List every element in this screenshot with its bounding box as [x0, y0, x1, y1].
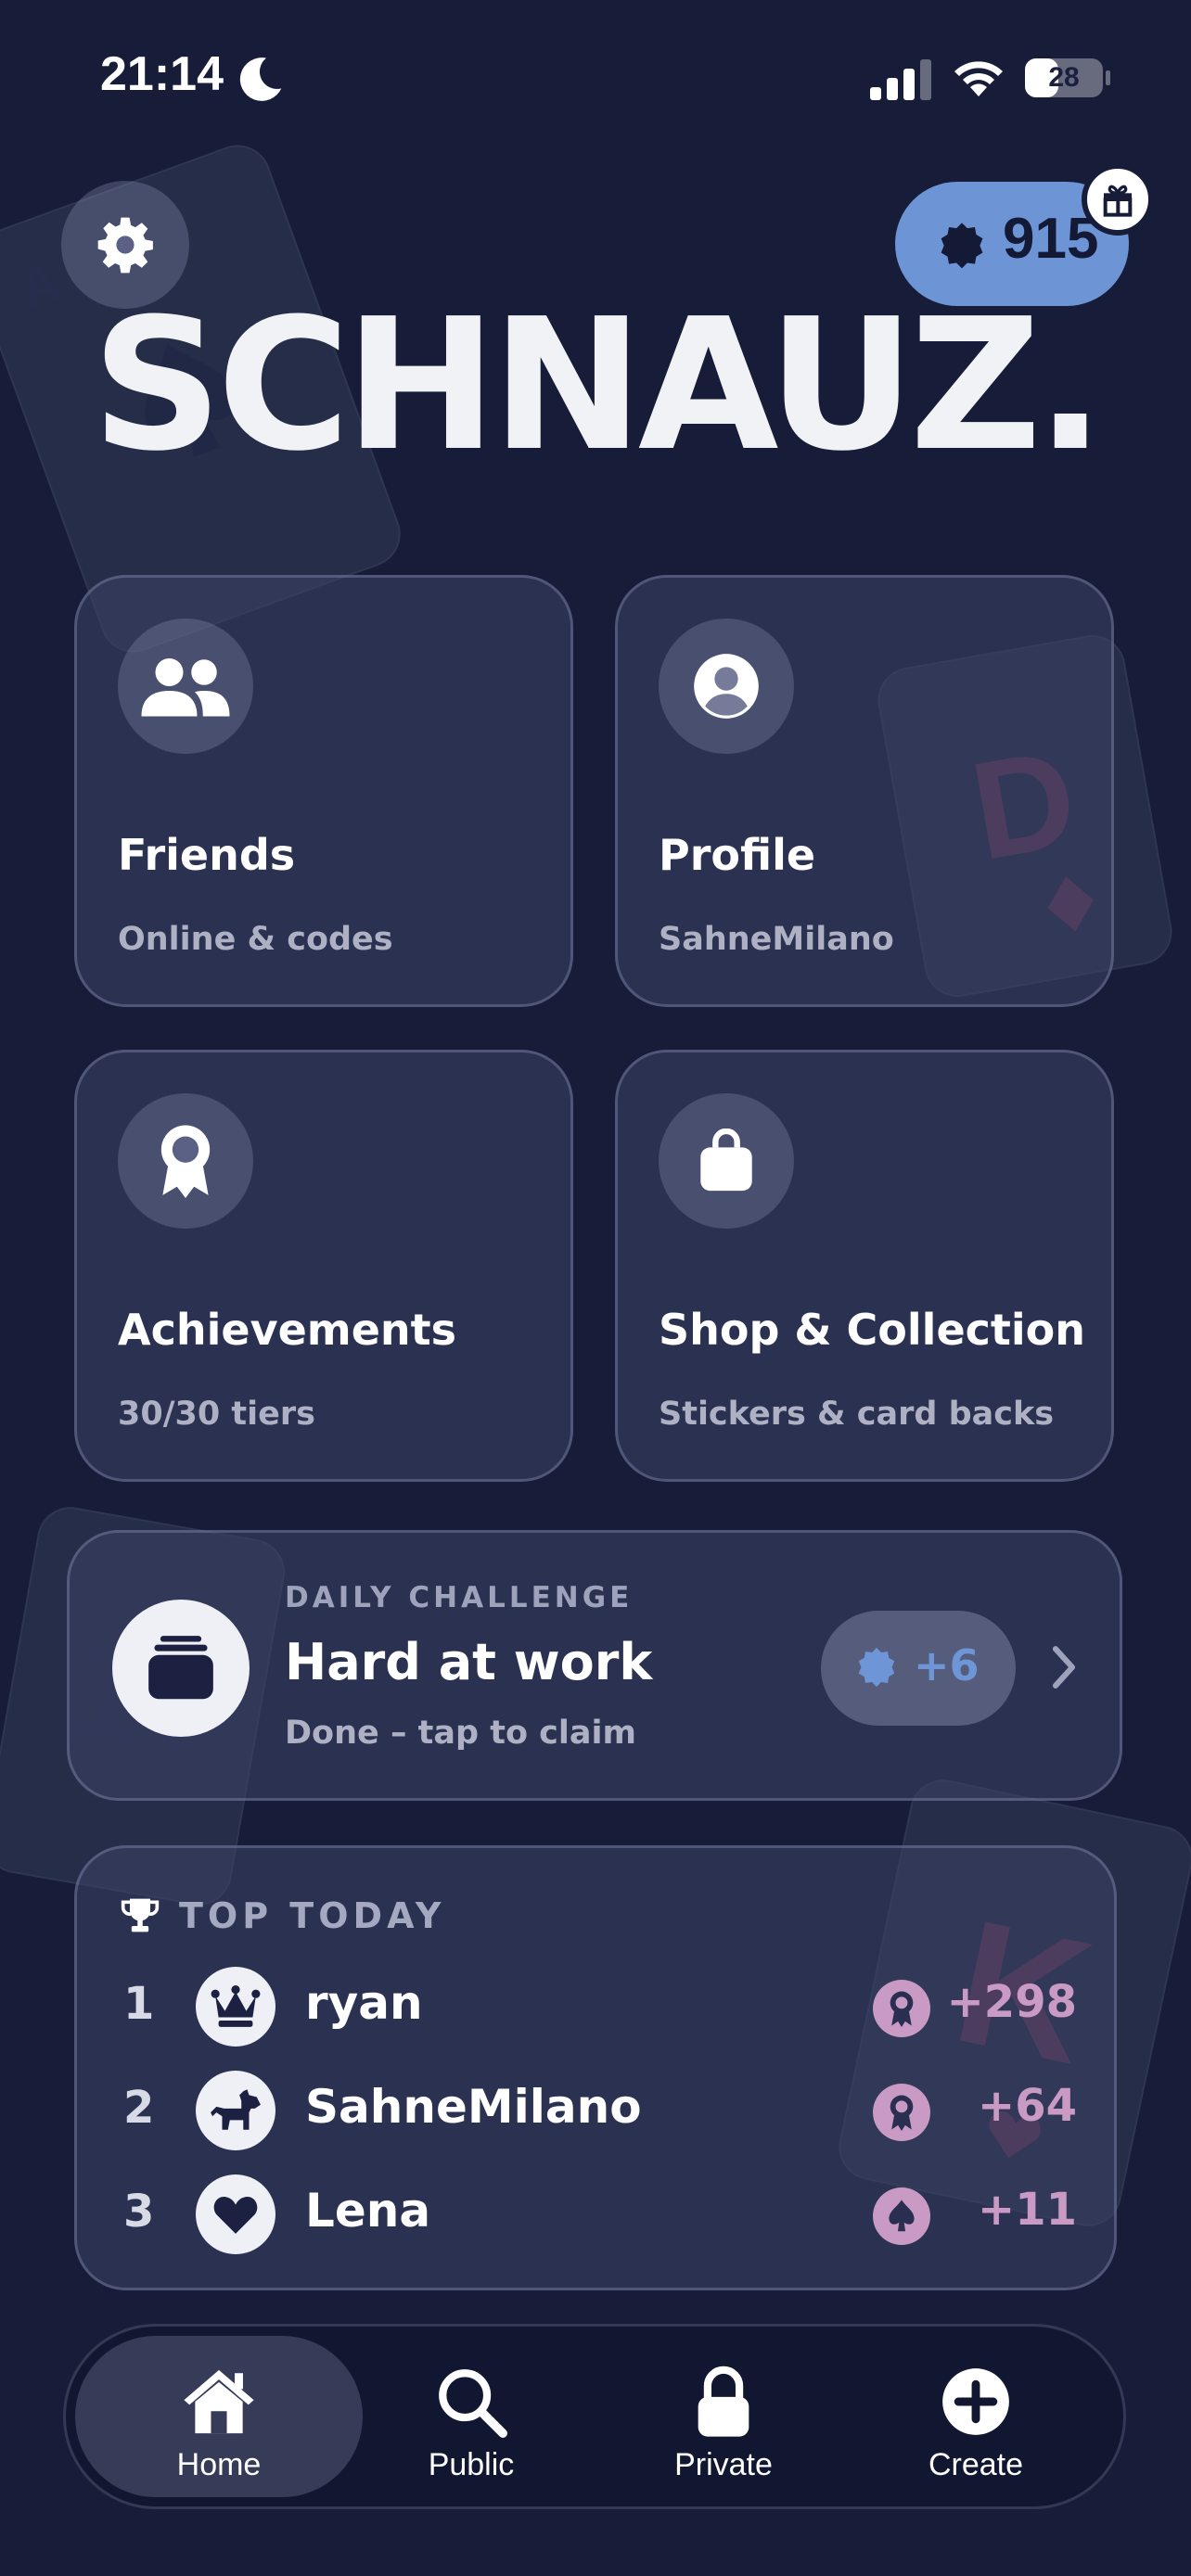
- tab-public[interactable]: Public: [327, 2336, 615, 2497]
- gift-button[interactable]: [1082, 163, 1154, 236]
- battery-level-text: 28: [1048, 62, 1080, 93]
- tile-title: Achievements: [118, 1305, 457, 1355]
- leaderboard-points: +64: [977, 2080, 1077, 2132]
- award-icon: [890, 1991, 914, 2027]
- card-stack-icon: [148, 1636, 213, 1700]
- search-icon: [439, 2369, 507, 2438]
- status-bar: 21:14 28: [0, 0, 1191, 148]
- coin-icon: [858, 1648, 895, 1687]
- tab-label: Private: [674, 2447, 773, 2482]
- tile-title: Friends: [118, 830, 296, 880]
- daily-challenge-status: Done – tap to claim: [285, 1715, 637, 1752]
- tile-subtitle: Online & codes: [118, 921, 393, 958]
- spade-icon: [889, 2200, 915, 2232]
- tile-icon-wrapper: [659, 1093, 794, 1229]
- avatar: [196, 1967, 275, 2047]
- gift-icon: [1103, 185, 1133, 217]
- leaderboard-player-name: Lena: [305, 2184, 431, 2238]
- wifi-icon: [954, 61, 1003, 96]
- achievements-tile[interactable]: Achievements 30/30 tiers: [74, 1050, 573, 1482]
- profile-tile[interactable]: Profile SahneMilano: [615, 575, 1114, 1007]
- tile-title: Profile: [659, 830, 816, 880]
- plus-circle-icon: [942, 2368, 1009, 2435]
- cellular-signal-icon: [870, 59, 931, 100]
- shop-collection-tile[interactable]: Shop & Collection Stickers & card backs: [615, 1050, 1114, 1482]
- coin-count: 915: [1003, 207, 1099, 271]
- daily-challenge-title: Hard at work: [285, 1633, 653, 1691]
- daily-challenge-kicker: DAILY CHALLENGE: [285, 1581, 634, 1614]
- tile-icon-wrapper: [118, 618, 253, 754]
- moon-icon: [239, 57, 282, 101]
- leaderboard-points: +298: [946, 1976, 1077, 2028]
- tab-label: Public: [428, 2447, 515, 2482]
- tab-create[interactable]: Create: [832, 2336, 1120, 2497]
- tile-title: Shop & Collection: [659, 1305, 1086, 1355]
- tile-icon-wrapper: [659, 618, 794, 754]
- leaderboard-player-name: SahneMilano: [305, 2080, 642, 2134]
- bottom-tab-bar: Home Public Private Create: [63, 2324, 1126, 2509]
- tile-subtitle: SahneMilano: [659, 921, 894, 958]
- leaderboard-row[interactable]: 1 ryan +298: [77, 1959, 1120, 2052]
- shopping-bag-icon: [700, 1129, 752, 1192]
- chevron-right-icon: [1052, 1646, 1076, 1689]
- award-badge: [873, 2084, 930, 2141]
- tab-label: Home: [176, 2447, 262, 2482]
- tab-home[interactable]: Home: [75, 2336, 363, 2497]
- leaderboard-row[interactable]: 2 SahneMilano +64: [77, 2063, 1120, 2156]
- crown-icon: [211, 1985, 261, 2027]
- daily-challenge-card[interactable]: DAILY CHALLENGE Hard at work Done – tap …: [67, 1530, 1122, 1801]
- leaderboard-title: TOP TODAY: [179, 1895, 446, 1936]
- leaderboard-rank: 3: [123, 2186, 155, 2238]
- coin-icon: [941, 223, 983, 269]
- award-ribbon-icon: [160, 1125, 211, 1198]
- tile-subtitle: Stickers & card backs: [659, 1396, 1055, 1433]
- gear-icon: [97, 217, 153, 274]
- leaderboard-points: +11: [977, 2184, 1077, 2236]
- award-badge: [873, 1980, 930, 2037]
- people-icon: [141, 658, 230, 717]
- trophy-icon: [121, 1898, 160, 1932]
- avatar: [196, 2071, 275, 2150]
- lock-icon: [698, 2366, 749, 2437]
- tile-icon-wrapper: [118, 1093, 253, 1229]
- leaderboard-row[interactable]: 3 Lena +11: [77, 2167, 1120, 2260]
- leaderboard-rank: 2: [123, 2082, 155, 2134]
- daily-reward-amount: +6: [914, 1640, 980, 1690]
- friends-tile[interactable]: Friends Online & codes: [74, 575, 573, 1007]
- tile-subtitle: 30/30 tiers: [118, 1396, 315, 1433]
- tab-label: Create: [928, 2447, 1024, 2482]
- leaderboard-header: TOP TODAY: [120, 1893, 445, 1939]
- leaderboard-rank: 1: [123, 1978, 155, 2030]
- status-time: 21:14: [100, 47, 224, 101]
- schnauzer-icon: [211, 2089, 261, 2130]
- avatar: [196, 2174, 275, 2254]
- app-title: SCHNAUZ.: [91, 280, 1105, 491]
- home-icon: [184, 2369, 254, 2434]
- leaderboard-card[interactable]: TOP TODAY 1 ryan +298 2 SahneMilano +64 …: [74, 1845, 1117, 2290]
- user-circle-icon: [694, 654, 759, 719]
- spade-badge: [873, 2187, 930, 2245]
- leaderboard-player-name: ryan: [305, 1976, 423, 2030]
- tab-private[interactable]: Private: [580, 2336, 867, 2497]
- daily-reward-pill[interactable]: +6: [821, 1611, 1016, 1726]
- daily-challenge-icon-wrapper: [112, 1600, 250, 1737]
- heart-icon: [213, 2197, 258, 2234]
- award-icon: [890, 2095, 914, 2131]
